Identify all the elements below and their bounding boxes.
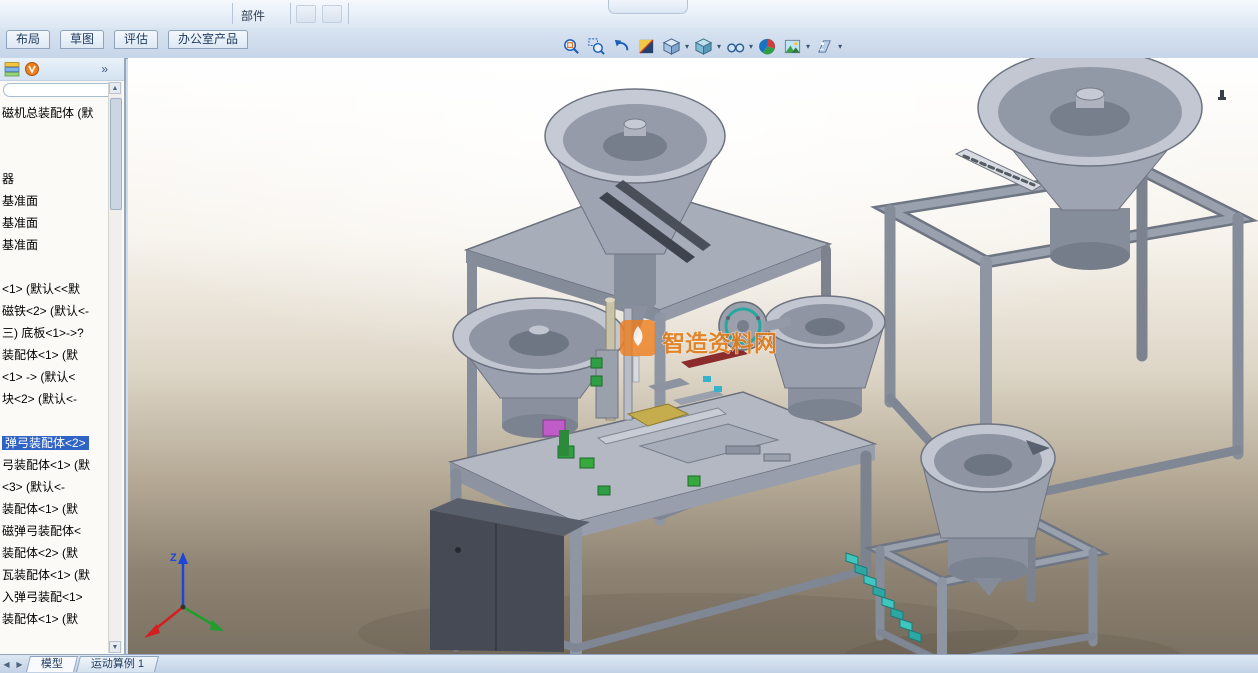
tab-scroll-left-icon[interactable]: ◀ bbox=[0, 660, 13, 669]
edit-appearance-icon[interactable] bbox=[756, 35, 778, 57]
tab-sketch[interactable]: 草图 bbox=[60, 30, 105, 49]
tree-item[interactable]: 基准面 bbox=[2, 190, 110, 212]
scrollbar-thumb[interactable] bbox=[110, 98, 122, 210]
tree-filter-input[interactable] bbox=[3, 83, 119, 97]
tree-item[interactable]: 磁铁<2> (默认<- bbox=[2, 300, 110, 322]
dropdown-arrow-icon[interactable]: ▾ bbox=[806, 42, 810, 51]
zoom-to-area-icon[interactable] bbox=[585, 35, 607, 57]
tree-item[interactable]: 基准面 bbox=[2, 212, 110, 234]
ribbon-separator bbox=[348, 3, 349, 24]
tree-item[interactable]: 器 bbox=[2, 168, 110, 190]
graphics-viewport[interactable]: 智造资料网 Z bbox=[128, 58, 1258, 655]
featuremanager-panel: » 磁机总装配体 (默 器 基准面 基准面 基准面 <1> (默认<<默 磁铁<… bbox=[0, 58, 126, 655]
tree-item[interactable]: 瓦装配体<1> (默 bbox=[2, 564, 110, 586]
display-style-icon[interactable] bbox=[692, 35, 714, 57]
tree-item[interactable]: 弓装配体<1> (默 bbox=[2, 454, 110, 476]
zoom-to-fit-icon[interactable] bbox=[560, 35, 582, 57]
tab-layout[interactable]: 布局 bbox=[6, 30, 51, 49]
dropdown-arrow-icon[interactable]: ▾ bbox=[838, 42, 842, 51]
tree-item[interactable]: 装配体<2> (默 bbox=[2, 542, 110, 564]
tree-item[interactable]: <1> (默认<<默 bbox=[2, 278, 110, 300]
ribbon-separator bbox=[232, 3, 233, 24]
disabled-tool-icon[interactable] bbox=[296, 5, 316, 23]
propertymanager-tab-icon[interactable] bbox=[24, 61, 40, 77]
tree-item[interactable]: 三) 底板<1>->? bbox=[2, 322, 110, 344]
featuremanager-tab-icon[interactable] bbox=[4, 61, 20, 77]
svg-text:Z: Z bbox=[170, 552, 177, 564]
view-orientation-icon[interactable] bbox=[660, 35, 682, 57]
distant-part[interactable] bbox=[1218, 90, 1226, 100]
dropdown-arrow-icon[interactable]: ▾ bbox=[749, 42, 753, 51]
orientation-triad: Z bbox=[144, 552, 224, 638]
tab-office-products[interactable]: 办公室产品 bbox=[168, 30, 249, 49]
tab-model[interactable]: 模型 bbox=[26, 656, 78, 672]
disabled-tool-icon[interactable] bbox=[322, 5, 342, 23]
tree-item[interactable]: 入弹弓装配<1> bbox=[2, 586, 110, 608]
tree-item[interactable]: <1> -> (默认< bbox=[2, 366, 110, 388]
tree-item[interactable]: 块<2> (默认<- bbox=[2, 388, 110, 410]
section-view-icon[interactable] bbox=[635, 35, 657, 57]
feature-tree: 磁机总装配体 (默 器 基准面 基准面 基准面 <1> (默认<<默 磁铁<2>… bbox=[2, 102, 110, 652]
view-settings-icon[interactable] bbox=[813, 35, 835, 57]
apply-scene-icon[interactable] bbox=[781, 35, 803, 57]
solidworks-window: 部件 布局 草图 评估 办公室产品 ▾ ▾ ▾ ▾ ▾ » 磁机总装配体 (默 … bbox=[0, 0, 1258, 673]
dropdown-arrow-icon[interactable]: ▾ bbox=[685, 42, 689, 51]
ribbon-group-label: 部件 bbox=[241, 9, 266, 23]
tree-item[interactable]: 装配体<1> (默 bbox=[2, 498, 110, 520]
tab-evaluate[interactable]: 评估 bbox=[114, 30, 159, 49]
tab-scroll-right-icon[interactable]: ▶ bbox=[13, 660, 26, 669]
tree-root-item[interactable]: 磁机总装配体 (默 bbox=[2, 102, 110, 124]
scroll-up-icon[interactable]: ▲ bbox=[109, 82, 121, 94]
hide-show-items-icon[interactable] bbox=[724, 35, 746, 57]
bowl-feeder-2[interactable] bbox=[977, 58, 1203, 270]
collapsed-dialog-tab[interactable] bbox=[608, 0, 688, 14]
tree-item[interactable]: 基准面 bbox=[2, 234, 110, 256]
tab-motion-study[interactable]: 运动算例 1 bbox=[76, 656, 160, 672]
ribbon-separator bbox=[290, 3, 291, 24]
svg-text:智造资料网: 智造资料网 bbox=[662, 330, 777, 356]
headsup-view-toolbar: ▾ ▾ ▾ ▾ ▾ bbox=[560, 34, 842, 58]
tree-item-selected[interactable]: 弹弓装配体<2> bbox=[2, 432, 110, 454]
expand-panel-chevron-icon[interactable]: » bbox=[101, 61, 108, 77]
ribbon-top: 部件 bbox=[0, 0, 1258, 29]
tree-item[interactable]: 装配体<1> (默 bbox=[2, 344, 110, 366]
tree-item[interactable] bbox=[2, 256, 110, 278]
tree-item[interactable] bbox=[2, 146, 110, 168]
model-tabs-bar: ◀ ▶ 模型 运动算例 1 bbox=[0, 654, 1258, 673]
tree-item[interactable]: 磁弹弓装配体< bbox=[2, 520, 110, 542]
tree-item[interactable] bbox=[2, 410, 110, 432]
featuremanager-header: » bbox=[0, 58, 124, 81]
tree-scrollbar[interactable]: ▲ ▼ bbox=[108, 82, 122, 653]
bowl-feeder-4[interactable] bbox=[764, 295, 886, 421]
dropdown-arrow-icon[interactable]: ▾ bbox=[717, 42, 721, 51]
tree-item[interactable]: <3> (默认<- bbox=[2, 476, 110, 498]
scroll-down-icon[interactable]: ▼ bbox=[109, 641, 121, 653]
previous-view-icon[interactable] bbox=[610, 35, 632, 57]
tree-item[interactable] bbox=[2, 124, 110, 146]
tree-item[interactable]: 装配体<1> (默 bbox=[2, 608, 110, 630]
